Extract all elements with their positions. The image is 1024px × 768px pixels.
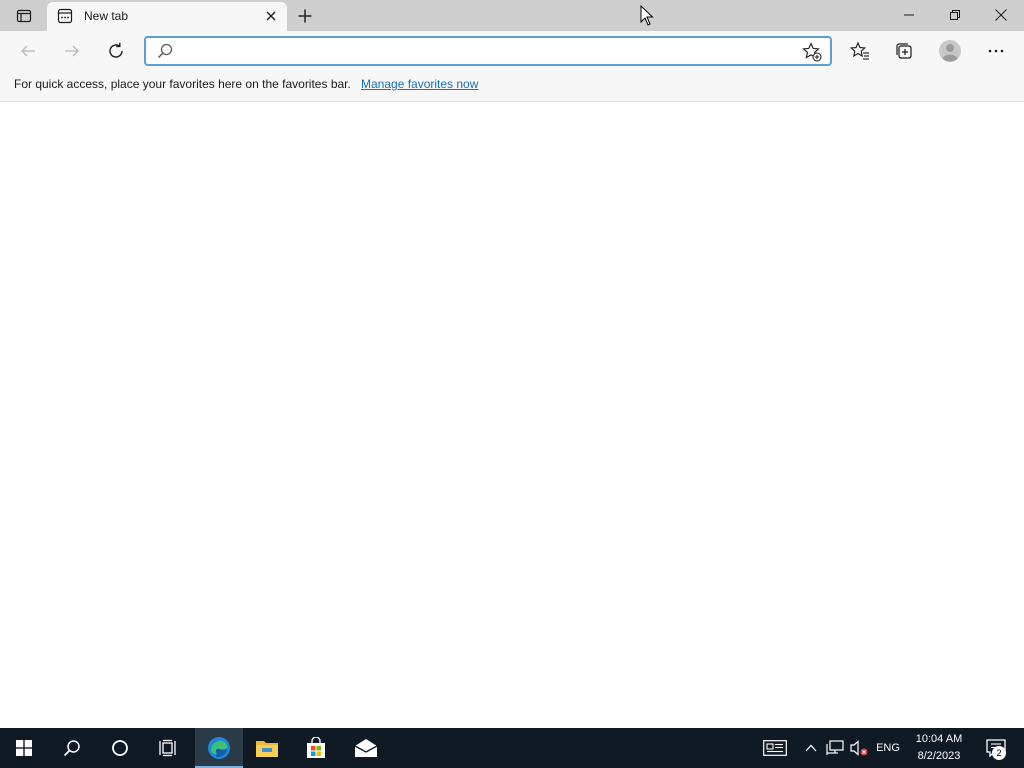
profile-button[interactable] bbox=[935, 36, 965, 66]
start-button[interactable] bbox=[0, 728, 48, 768]
chevron-up-icon bbox=[805, 744, 817, 752]
minimize-button[interactable] bbox=[886, 0, 932, 30]
title-bar: New tab bbox=[0, 0, 1024, 31]
refresh-icon bbox=[109, 42, 123, 58]
network-icon bbox=[826, 740, 844, 755]
taskbar-store[interactable] bbox=[292, 728, 340, 768]
browser-toolbar bbox=[0, 31, 1024, 71]
language-indicator[interactable]: ENG bbox=[872, 728, 904, 768]
taskbar-search-button[interactable] bbox=[48, 728, 96, 768]
collections-icon bbox=[896, 43, 912, 59]
cortana-button[interactable] bbox=[96, 728, 144, 768]
profile-icon bbox=[939, 40, 961, 62]
restore-button[interactable] bbox=[932, 0, 978, 30]
add-favorite-icon[interactable] bbox=[802, 42, 822, 62]
page-content bbox=[0, 102, 1024, 728]
refresh-button[interactable] bbox=[101, 36, 131, 66]
edge-icon bbox=[208, 737, 230, 759]
news-icon bbox=[763, 740, 787, 756]
back-button[interactable] bbox=[13, 36, 43, 66]
tab-actions-button[interactable] bbox=[8, 4, 40, 28]
task-view-button[interactable] bbox=[144, 728, 192, 768]
address-bar[interactable] bbox=[144, 36, 832, 66]
mail-icon bbox=[354, 739, 378, 757]
minimize-icon bbox=[904, 14, 914, 16]
tab-new-tab[interactable]: New tab bbox=[47, 2, 287, 31]
language-label: ENG bbox=[876, 742, 900, 754]
tab-close-button[interactable] bbox=[263, 8, 279, 24]
manage-favorites-link[interactable]: Manage favorites now bbox=[361, 77, 478, 91]
favorites-icon bbox=[850, 41, 869, 60]
windows-start-icon bbox=[16, 740, 32, 756]
tab-actions-icon bbox=[16, 9, 32, 23]
mouse-cursor-icon bbox=[640, 5, 654, 26]
back-icon bbox=[21, 45, 35, 57]
forward-icon bbox=[65, 45, 79, 57]
close-window-icon bbox=[995, 9, 1007, 21]
collections-button[interactable] bbox=[889, 36, 919, 66]
forward-button[interactable] bbox=[57, 36, 87, 66]
plus-icon bbox=[298, 9, 312, 23]
address-input[interactable] bbox=[180, 42, 800, 60]
taskbar: ENG 10:04 AM 8/2/2023 bbox=[0, 728, 1024, 768]
task-view-icon bbox=[159, 739, 176, 757]
clock[interactable]: 10:04 AM 8/2/2023 bbox=[906, 731, 972, 765]
store-icon bbox=[307, 737, 325, 758]
more-icon bbox=[988, 49, 1004, 53]
page-icon bbox=[57, 8, 73, 24]
news-button[interactable] bbox=[760, 728, 790, 768]
taskbar-mail[interactable] bbox=[342, 728, 390, 768]
volume-button[interactable] bbox=[848, 728, 870, 768]
browser-window: New tab For quick access, place your fav… bbox=[0, 0, 1024, 728]
clock-date: 8/2/2023 bbox=[917, 750, 961, 762]
favorites-button[interactable] bbox=[845, 36, 875, 66]
network-button[interactable] bbox=[824, 728, 846, 768]
new-tab-button[interactable] bbox=[292, 4, 318, 28]
volume-muted-icon bbox=[850, 740, 868, 756]
taskbar-file-explorer[interactable] bbox=[243, 728, 291, 768]
favorites-bar: For quick access, place your favorites h… bbox=[0, 71, 1024, 102]
notification-count-badge: 2 bbox=[992, 746, 1006, 760]
close-icon bbox=[266, 11, 276, 21]
taskbar-edge[interactable] bbox=[195, 728, 243, 768]
search-taskbar-icon bbox=[63, 740, 80, 757]
show-hidden-icons-button[interactable] bbox=[800, 728, 822, 768]
close-window-button[interactable] bbox=[978, 0, 1024, 30]
more-button[interactable] bbox=[981, 36, 1011, 66]
tab-title: New tab bbox=[84, 9, 129, 23]
clock-time: 10:04 AM bbox=[915, 733, 963, 745]
restore-icon bbox=[950, 10, 960, 20]
favorites-bar-message: For quick access, place your favorites h… bbox=[14, 77, 351, 91]
search-icon bbox=[157, 43, 173, 59]
file-explorer-icon bbox=[256, 741, 278, 757]
cortana-icon bbox=[112, 740, 128, 756]
